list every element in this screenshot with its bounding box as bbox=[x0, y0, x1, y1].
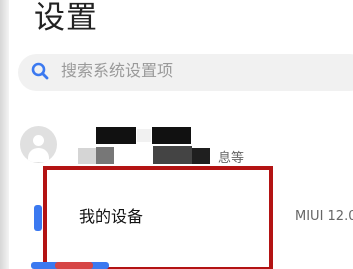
next-row-icon bbox=[31, 262, 109, 269]
my-device-label[interactable]: 我的设备 bbox=[79, 206, 143, 228]
avatar-body-shape bbox=[28, 148, 49, 162]
account-name-mosaic bbox=[96, 127, 136, 144]
search-placeholder[interactable]: 搜索系统设置项 bbox=[61, 60, 173, 82]
left-edge-shadow bbox=[0, 0, 9, 269]
account-name-mosaic bbox=[96, 147, 114, 164]
account-name-mosaic bbox=[137, 129, 151, 142]
account-name-mosaic bbox=[152, 127, 191, 144]
account-name-mosaic bbox=[192, 148, 210, 164]
account-name-mosaic bbox=[78, 148, 96, 164]
settings-screen: 设置 搜索系统设置项 息等 我的设备 MIUI 12.0. bbox=[0, 0, 353, 269]
user-avatar-icon[interactable] bbox=[20, 126, 57, 163]
account-caption: 息等 bbox=[218, 151, 245, 166]
avatar-head-shape bbox=[33, 135, 44, 146]
phone-icon bbox=[34, 205, 42, 231]
miui-version: MIUI 12.0. bbox=[295, 209, 353, 224]
search-icon[interactable] bbox=[31, 62, 49, 80]
account-name-mosaic bbox=[153, 146, 192, 164]
highlight-box bbox=[43, 166, 273, 269]
page-title: 设置 bbox=[34, 0, 98, 36]
